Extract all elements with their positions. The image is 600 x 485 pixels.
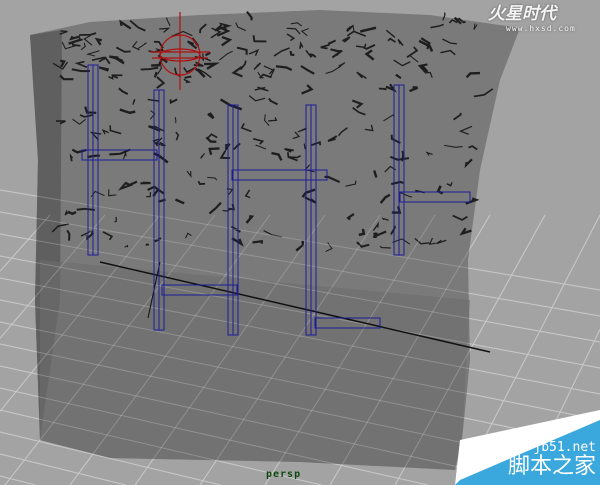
crack bbox=[69, 153, 74, 162]
crack bbox=[378, 87, 387, 91]
scene-canvas[interactable] bbox=[0, 0, 600, 485]
crack bbox=[76, 207, 95, 211]
jb51-url: jb51.net bbox=[533, 440, 596, 455]
maya-perspective-viewport[interactable]: persp 火星时代 www.hxsd.com jb51.net 脚本之家 bbox=[0, 0, 600, 485]
hxsd-logo-text: 火星时代 bbox=[488, 4, 556, 24]
jb51-name: 脚本之家 bbox=[507, 454, 596, 479]
crack bbox=[140, 181, 151, 185]
hxsd-watermark: 火星时代 www.hxsd.com bbox=[488, 4, 598, 38]
hxsd-url: www.hxsd.com bbox=[506, 24, 576, 33]
grid-line bbox=[0, 475, 36, 485]
crack bbox=[174, 117, 177, 124]
jb51-watermark: jb51.net 脚本之家 bbox=[508, 441, 596, 479]
camera-label: persp bbox=[266, 469, 302, 480]
